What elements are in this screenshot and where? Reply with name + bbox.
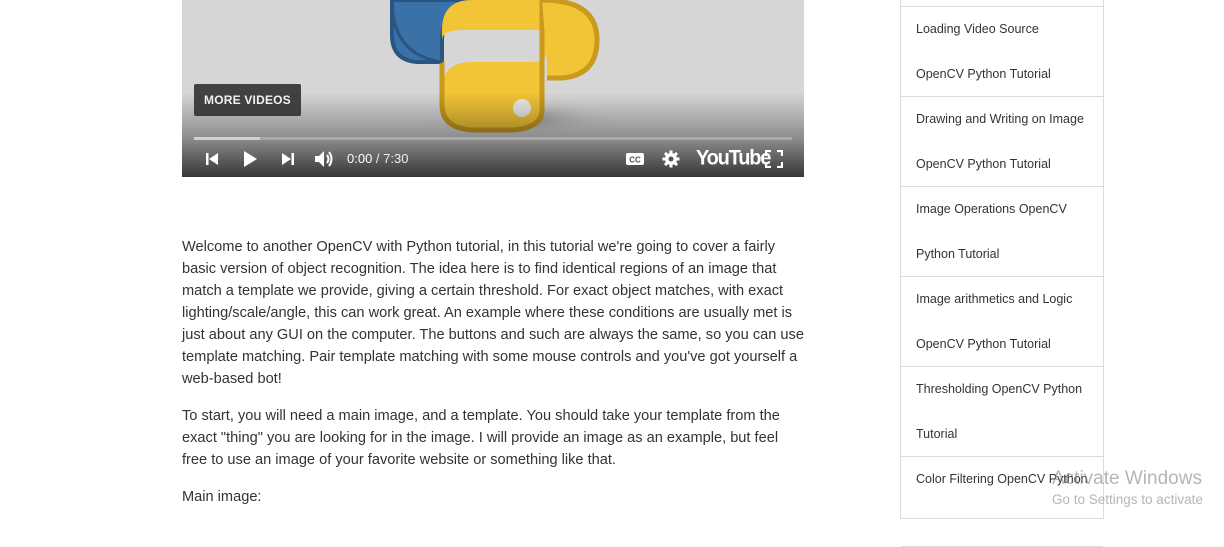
previous-icon bbox=[206, 153, 218, 165]
main-image-label: Main image: bbox=[182, 489, 262, 505]
next-icon bbox=[282, 153, 294, 165]
sidebar-item-arithmetics-logic[interactable]: Image arithmetics and Logic OpenCV Pytho… bbox=[901, 277, 1103, 367]
sidebar-item-title: Image Operations OpenCV bbox=[916, 202, 1067, 216]
sidebar-item-subtitle: OpenCV Python Tutorial bbox=[916, 157, 1051, 171]
next-button[interactable] bbox=[278, 148, 298, 170]
settings-icon bbox=[662, 150, 680, 168]
watermark-title: Activate Windows bbox=[1052, 468, 1202, 489]
sidebar-item-subtitle: OpenCV Python Tutorial bbox=[916, 337, 1051, 351]
captions-button[interactable]: CC bbox=[624, 148, 646, 170]
sidebar-item-title: Image arithmetics and Logic bbox=[916, 292, 1073, 306]
time-display: 0:00 / 7:30 bbox=[347, 151, 408, 166]
progress-bar[interactable] bbox=[194, 137, 792, 140]
activate-windows-watermark: Activate Windows Go to Settings to activ… bbox=[1052, 467, 1203, 509]
sidebar-item-subtitle: Python Tutorial bbox=[916, 247, 1000, 261]
article-body: Welcome to another OpenCV with Python tu… bbox=[182, 236, 807, 508]
sidebar-item-drawing-writing[interactable]: Drawing and Writing on Image OpenCV Pyth… bbox=[901, 97, 1103, 187]
volume-button[interactable] bbox=[312, 148, 336, 170]
fullscreen-button[interactable] bbox=[763, 148, 785, 170]
tutorial-sidebar: Loading Video Source OpenCV Python Tutor… bbox=[900, 0, 1104, 547]
youtube-logo[interactable]: YouTube bbox=[696, 146, 771, 170]
captions-icon: CC bbox=[626, 153, 644, 165]
sidebar-item-thresholding[interactable]: Thresholding OpenCV Python Tutorial bbox=[901, 367, 1103, 457]
play-icon bbox=[244, 151, 257, 167]
current-time: 0:00 bbox=[347, 151, 373, 166]
previous-button[interactable] bbox=[202, 148, 222, 170]
play-button[interactable] bbox=[238, 148, 262, 170]
start-paragraph: To start, you will need a main image, an… bbox=[182, 408, 780, 468]
sidebar-item-title: Loading Video Source bbox=[916, 22, 1039, 36]
volume-icon bbox=[315, 151, 333, 167]
sidebar-item-image-operations[interactable]: Image Operations OpenCV Python Tutorial bbox=[901, 187, 1103, 277]
video-player[interactable]: MORE VIDEOS 0:00 / 7:30 CC YouTube bbox=[182, 0, 804, 177]
sidebar-top-divider bbox=[901, 0, 1103, 7]
svg-text:CC: CC bbox=[629, 156, 641, 165]
intro-paragraph: Welcome to another OpenCV with Python tu… bbox=[182, 239, 804, 387]
time-separator: / bbox=[372, 151, 384, 166]
sidebar-item-subtitle: OpenCV Python Tutorial bbox=[916, 67, 1051, 81]
sidebar-item-title: Thresholding OpenCV Python bbox=[916, 382, 1083, 396]
progress-loaded bbox=[194, 137, 260, 140]
sidebar-item-loading-video[interactable]: Loading Video Source OpenCV Python Tutor… bbox=[901, 7, 1103, 97]
fullscreen-icon bbox=[765, 150, 783, 168]
sidebar-item-subtitle: Tutorial bbox=[916, 427, 958, 441]
sidebar-item-title: Drawing and Writing on Image bbox=[916, 112, 1084, 126]
settings-button[interactable] bbox=[660, 148, 682, 170]
more-videos-button[interactable]: MORE VIDEOS bbox=[194, 84, 301, 116]
watermark-subtitle: Go to Settings to activate bbox=[1052, 492, 1203, 507]
duration: 7:30 bbox=[383, 151, 409, 166]
